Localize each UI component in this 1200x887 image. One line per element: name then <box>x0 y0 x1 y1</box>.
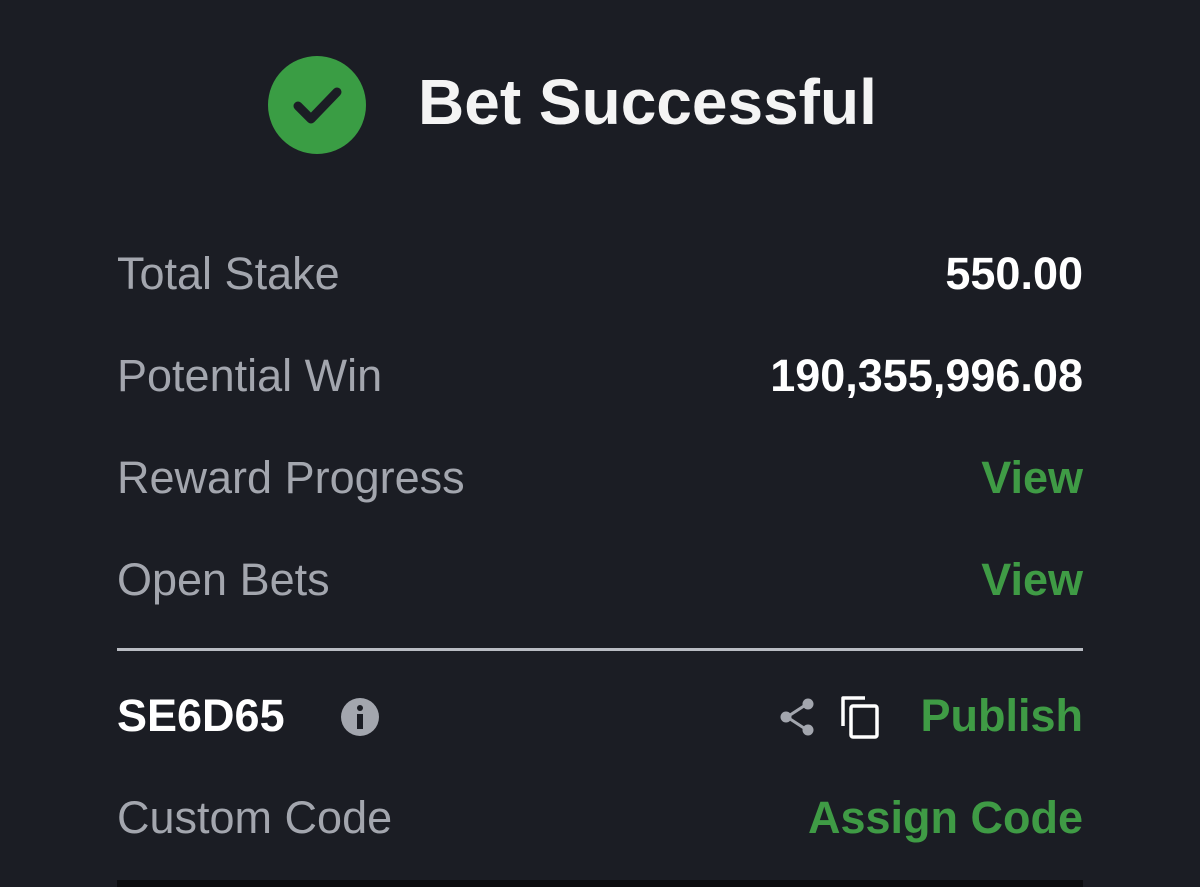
open-bets-label: Open Bets <box>117 554 330 605</box>
open-bets-view-link[interactable]: View <box>981 550 1083 610</box>
copy-icon[interactable] <box>839 694 881 740</box>
info-icon[interactable] <box>341 698 379 736</box>
total-stake-value: 550.00 <box>945 248 1083 299</box>
success-header: Bet Successful <box>0 52 1200 156</box>
reward-progress-label: Reward Progress <box>117 452 465 503</box>
check-circle-icon <box>268 56 366 154</box>
share-icon[interactable] <box>777 696 819 738</box>
potential-win-value: 190,355,996.08 <box>770 350 1083 401</box>
reward-progress-view-link[interactable]: View <box>981 448 1083 508</box>
assign-code-button[interactable]: Assign Code <box>808 788 1083 848</box>
open-bets-row: Open Bets View <box>117 550 1083 610</box>
booking-code: SE6D65 <box>117 690 285 741</box>
total-stake-row: Total Stake 550.00 <box>117 244 1083 304</box>
publish-button[interactable]: Publish <box>920 686 1083 746</box>
custom-code-label: Custom Code <box>117 792 393 843</box>
potential-win-label: Potential Win <box>117 350 383 401</box>
bottom-divider <box>117 880 1083 887</box>
custom-code-row: Custom Code Assign Code <box>117 788 1083 848</box>
total-stake-label: Total Stake <box>117 248 340 299</box>
page-title: Bet Successful <box>418 66 877 138</box>
reward-progress-row: Reward Progress View <box>117 448 1083 508</box>
section-divider <box>117 648 1083 651</box>
potential-win-row: Potential Win 190,355,996.08 <box>117 346 1083 406</box>
booking-code-row: SE6D65 Publish <box>117 686 1083 746</box>
